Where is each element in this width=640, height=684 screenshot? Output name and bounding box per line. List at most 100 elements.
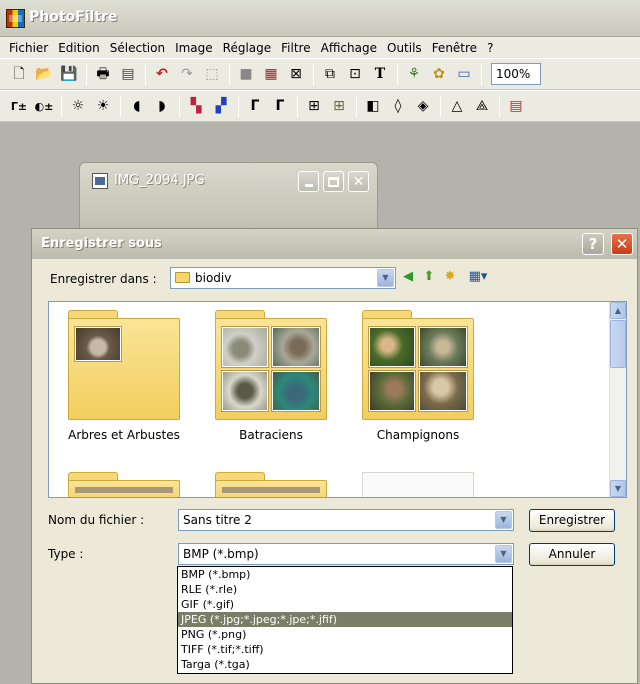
menu-outils[interactable]: Outils: [382, 41, 427, 55]
auto-contrast-icon[interactable]: ◐±: [33, 95, 55, 117]
folder-partial[interactable]: [215, 472, 327, 497]
maximize-button[interactable]: [323, 171, 344, 192]
frame-figure-icon[interactable]: ⊡: [344, 63, 366, 85]
save-button[interactable]: Enregistrer: [529, 509, 615, 532]
toolbar-separator: [238, 95, 239, 117]
contrast-minus-icon[interactable]: ◖: [126, 95, 148, 117]
file-list[interactable]: Arbres et Arbustes Batraciens Champignon…: [48, 301, 627, 498]
window-close-button[interactable]: ✕: [348, 171, 369, 192]
type-dropdown[interactable]: BMP (*.bmp) ▼: [178, 543, 514, 565]
menu-affichage[interactable]: Affichage: [316, 41, 382, 55]
gamma-plus-icon[interactable]: Γ: [269, 95, 291, 117]
zoom-input[interactable]: 100%: [491, 63, 541, 85]
new-folder-icon[interactable]: ✸: [441, 267, 459, 285]
app-title-bar: PhotoFiltre: [0, 0, 640, 37]
sharpen-icon[interactable]: △: [446, 95, 468, 117]
help-button[interactable]: ?: [582, 233, 604, 255]
folder-batraciens[interactable]: [215, 310, 327, 420]
save-in-dropdown[interactable]: biodiv ▼: [170, 267, 396, 289]
gamma-minus-icon[interactable]: Γ: [244, 95, 266, 117]
saturation-plus-icon[interactable]: ▞: [210, 95, 232, 117]
saturation-minus-icon[interactable]: ▚: [185, 95, 207, 117]
color-palette-icon[interactable]: ▤: [505, 95, 527, 117]
folder-label: Batraciens: [239, 428, 303, 442]
window-icon[interactable]: ▭: [453, 63, 475, 85]
up-folder-icon[interactable]: ⬆: [420, 267, 438, 285]
folder-body: [68, 480, 180, 497]
menu-fenetre[interactable]: Fenêtre: [427, 41, 482, 55]
figure-icon[interactable]: ⊠: [285, 63, 307, 85]
toolbar-separator: [313, 63, 314, 85]
type-option-targa[interactable]: Targa (*.tga): [178, 657, 512, 672]
scroll-up-icon[interactable]: ▲: [610, 302, 626, 319]
scanner-icon[interactable]: ▤: [117, 63, 139, 85]
image-window-title: IMG_2094.JPG: [114, 173, 205, 188]
thumbnail: [369, 371, 415, 411]
toolbar-separator: [120, 95, 121, 117]
type-option-png[interactable]: PNG (*.png): [178, 627, 512, 642]
frame-icon[interactable]: ⧉: [319, 63, 341, 85]
print-icon[interactable]: 🖶: [92, 63, 114, 85]
menu-filtre[interactable]: Filtre: [276, 41, 315, 55]
filename-value: Sans titre 2: [183, 513, 252, 527]
menu-bar: Fichier Edition Sélection Image Réglage …: [0, 37, 640, 58]
chevron-down-icon[interactable]: ▼: [377, 269, 394, 287]
folder-icon: [175, 272, 190, 283]
filename-input[interactable]: Sans titre 2 ▼: [178, 509, 514, 531]
open-folder-icon[interactable]: 📂: [33, 63, 55, 85]
menu-help[interactable]: ?: [482, 41, 498, 55]
type-options-list[interactable]: BMP (*.bmp) RLE (*.rle) GIF (*.gif) JPEG…: [177, 566, 513, 674]
grid-filter-2-icon[interactable]: ⊞: [328, 95, 350, 117]
menu-reglage[interactable]: Réglage: [218, 41, 277, 55]
undo-icon[interactable]: ↶: [151, 63, 173, 85]
tree-icon[interactable]: ⚘: [403, 63, 425, 85]
thumbnail: [419, 371, 467, 411]
selection-rect-icon[interactable]: ⬚: [201, 63, 223, 85]
minimize-button[interactable]: [298, 171, 319, 192]
gray-square-icon[interactable]: ■: [235, 63, 257, 85]
drop-icon[interactable]: ◊: [387, 95, 409, 117]
brightness-plus-icon[interactable]: ☀: [92, 95, 114, 117]
view-menu-icon[interactable]: ▦▾: [464, 267, 492, 285]
menu-selection[interactable]: Sélection: [105, 41, 170, 55]
folder-arbres[interactable]: [68, 310, 180, 420]
back-icon[interactable]: ◀: [399, 267, 417, 285]
thumbnail: [272, 371, 320, 411]
menu-edition[interactable]: Edition: [53, 41, 105, 55]
menu-image[interactable]: Image: [170, 41, 218, 55]
scroll-thumb[interactable]: [610, 320, 626, 368]
type-option-rle[interactable]: RLE (*.rle): [178, 582, 512, 597]
menu-fichier[interactable]: Fichier: [4, 41, 53, 55]
auto-gamma-icon[interactable]: Γ±: [8, 95, 30, 117]
toolbar-separator: [356, 95, 357, 117]
color-grid-icon[interactable]: ▦: [260, 63, 282, 85]
cancel-button[interactable]: Annuler: [529, 543, 615, 566]
text-tool-icon[interactable]: T: [369, 63, 391, 85]
brightness-minus-icon[interactable]: ☼: [67, 95, 89, 117]
type-option-gif[interactable]: GIF (*.gif): [178, 597, 512, 612]
folder-partial[interactable]: [68, 472, 180, 497]
type-option-tiff[interactable]: TIFF (*.tif;*.tiff): [178, 642, 512, 657]
new-file-icon[interactable]: 🗋: [8, 63, 30, 85]
redo-icon[interactable]: ↷: [176, 63, 198, 85]
vertical-scrollbar[interactable]: ▲ ▼: [609, 302, 626, 497]
dialog-close-button[interactable]: ✕: [611, 233, 633, 255]
chevron-down-icon[interactable]: ▼: [495, 511, 512, 529]
save-disk-icon[interactable]: 💾: [58, 63, 80, 85]
folder-champignons[interactable]: [362, 310, 474, 420]
folder-body: [215, 480, 327, 497]
plugin-icon[interactable]: ✿: [428, 63, 450, 85]
light-icon[interactable]: ◧: [362, 95, 384, 117]
thumbnail: [222, 371, 268, 411]
filename-label: Nom du fichier :: [48, 513, 145, 527]
type-option-bmp[interactable]: BMP (*.bmp): [178, 567, 512, 582]
scroll-down-icon[interactable]: ▼: [610, 480, 626, 497]
contrast-plus-icon[interactable]: ◗: [151, 95, 173, 117]
drops-icon[interactable]: ◈: [412, 95, 434, 117]
file-partial[interactable]: [362, 472, 474, 497]
thumbnail: [419, 327, 467, 367]
chevron-down-icon[interactable]: ▼: [495, 545, 512, 563]
sharpen-more-icon[interactable]: ⟁: [471, 95, 493, 117]
type-option-jpeg[interactable]: JPEG (*.jpg;*.jpeg;*.jpe;*.jfif): [178, 612, 512, 627]
grid-filter-icon[interactable]: ⊞: [303, 95, 325, 117]
